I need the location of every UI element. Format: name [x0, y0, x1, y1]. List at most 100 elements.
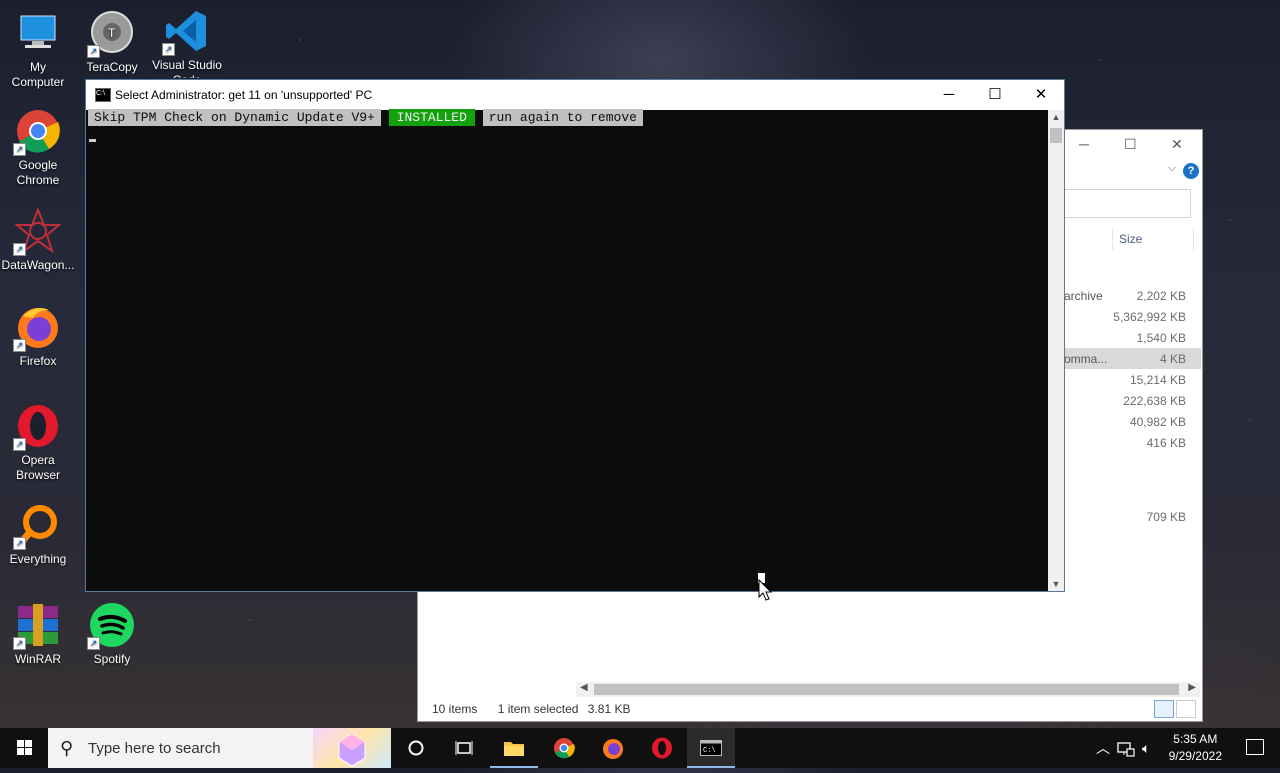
svg-text:T: T [108, 26, 116, 40]
details-view-icon[interactable] [1154, 700, 1174, 718]
scrollbar-thumb[interactable] [594, 684, 1179, 695]
explorer-minimize-button[interactable]: ─ [1079, 136, 1089, 152]
column-divider [1112, 228, 1113, 250]
file-size: 416 KB [1146, 436, 1186, 450]
chevron-down-icon[interactable]: ⌵ [1168, 162, 1176, 175]
file-row[interactable]: 40,982 KB [1058, 411, 1201, 432]
spotify-icon: ↗ [87, 602, 135, 650]
file-row[interactable]: 416 KB [1058, 432, 1201, 453]
console-title: Select Administrator: get 11 on 'unsuppo… [115, 88, 373, 102]
taskbar-search-box[interactable]: ⚲ Type here to search [48, 728, 391, 768]
shortcut-arrow-icon: ↗ [162, 43, 175, 56]
svg-text:C:\: C:\ [703, 747, 716, 755]
desktop-icon-my-computer[interactable]: My Computer [0, 10, 76, 90]
console-output[interactable]: Skip TPM Check on Dynamic Update V9+ INS… [86, 109, 1048, 591]
cortana-icon [408, 740, 424, 756]
file-size: 709 KB [1146, 510, 1186, 524]
file-row[interactable]: archive 2,202 KB [1058, 285, 1201, 306]
help-icon[interactable]: ? [1183, 163, 1199, 179]
desktop-icon-firefox[interactable]: ↗ Firefox [0, 304, 76, 369]
desktop-icon-label: Firefox [19, 354, 57, 368]
clock-date: 9/29/2022 [1168, 749, 1222, 763]
scroll-left-icon[interactable]: ◀ [580, 682, 588, 693]
script-name-text: Skip TPM Check on Dynamic Update V9+ [88, 109, 381, 126]
datawagon-icon: ↗ [13, 207, 62, 256]
taskbar-firefox[interactable] [589, 728, 637, 768]
shortcut-arrow-icon: ↗ [87, 45, 100, 58]
desktop-icon-label: Opera Browser [15, 453, 60, 482]
file-row[interactable]: 5,362,992 KB [1058, 306, 1201, 327]
desktop-icon-everything[interactable]: ↗ Everything [0, 502, 76, 567]
scroll-up-icon[interactable]: ▲ [1048, 112, 1064, 122]
large-icons-view-icon[interactable] [1176, 700, 1196, 718]
computer-icon [15, 10, 61, 56]
firefox-icon: ↗ [13, 304, 61, 352]
text-cursor [89, 139, 96, 142]
taskbar-opera[interactable] [638, 728, 686, 768]
view-toggle [1152, 700, 1196, 718]
file-row[interactable]: 1,540 KB [1058, 327, 1201, 348]
cortana-button[interactable] [392, 728, 440, 768]
file-size: 2,202 KB [1136, 289, 1186, 303]
file-row[interactable]: 709 KB [1058, 506, 1201, 527]
explorer-maximize-button[interactable]: ☐ [1124, 136, 1137, 153]
desktop-icon-chrome[interactable]: ↗ Google Chrome [0, 108, 76, 188]
explorer-close-button[interactable]: ✕ [1171, 136, 1183, 153]
shortcut-arrow-icon: ↗ [13, 143, 26, 156]
teracopy-icon: T ↗ [87, 10, 135, 58]
desktop-icon-datawagon[interactable]: ↗ DataWagon... [0, 207, 76, 273]
show-hidden-icons-button[interactable]: ︿ [1096, 728, 1110, 768]
desktop-icon-spotify[interactable]: ↗ Spotify [74, 602, 150, 667]
file-row[interactable]: 222,638 KB [1058, 390, 1201, 411]
taskbar-command-prompt[interactable]: C:\ [687, 728, 735, 768]
file-size: 15,214 KB [1129, 373, 1186, 387]
winrar-icon: ↗ [13, 602, 61, 650]
task-view-button[interactable] [440, 728, 488, 768]
taskbar-file-explorer[interactable] [490, 728, 538, 768]
column-header-size[interactable]: Size [1119, 232, 1142, 246]
volume-icon[interactable]: 🔈︎ [1142, 728, 1150, 768]
search-placeholder: Type here to search [88, 740, 221, 757]
vertical-scrollbar[interactable]: ▲ ▼ [1048, 110, 1064, 591]
maximize-button[interactable]: ☐ [972, 80, 1018, 110]
status-selected-size: 3.81 KB [587, 702, 631, 716]
shortcut-arrow-icon: ↗ [13, 243, 26, 256]
desktop-icon-vscode[interactable]: ↗ Visual Studio Code [149, 8, 225, 78]
scrollbar-thumb[interactable] [1050, 128, 1062, 143]
close-button[interactable]: ✕ [1018, 80, 1064, 110]
file-type: omma... [1064, 352, 1108, 366]
chrome-icon [554, 737, 575, 759]
desktop-icon-teracopy[interactable]: T ↗ TeraCopy [74, 10, 150, 75]
desktop-icon-label: Google Chrome [16, 158, 60, 187]
notification-center-icon[interactable] [1246, 739, 1264, 755]
file-size: 1,540 KB [1136, 331, 1186, 345]
mouse-cursor-icon [758, 573, 773, 601]
start-button[interactable] [0, 728, 48, 768]
console-window[interactable]: C:\ Select Administrator: get 11 on 'uns… [85, 79, 1065, 592]
chrome-icon: ↗ [13, 108, 61, 156]
clock-time: 5:35 AM [1173, 732, 1218, 746]
instruction-text: run again to remove [482, 109, 643, 126]
command-prompt-icon: C:\ [95, 88, 111, 102]
task-view-icon [455, 740, 473, 755]
scroll-down-icon[interactable]: ▼ [1048, 579, 1064, 589]
horizontal-scrollbar[interactable]: ◀ ▶ [576, 682, 1200, 697]
desktop-icon-winrar[interactable]: ↗ WinRAR [0, 602, 76, 667]
status-item-count: 10 items [432, 702, 478, 716]
scroll-right-icon[interactable]: ▶ [1188, 682, 1196, 693]
taskbar-chrome[interactable] [540, 728, 588, 768]
file-row[interactable]: 15,214 KB [1058, 369, 1201, 390]
search-input[interactable] [1058, 189, 1191, 218]
console-titlebar[interactable]: C:\ Select Administrator: get 11 on 'uns… [86, 80, 1064, 110]
desktop-icon-opera[interactable]: ↗ Opera Browser [0, 403, 76, 483]
network-icon[interactable] [1117, 728, 1135, 768]
shortcut-arrow-icon: ↗ [87, 637, 100, 650]
system-clock[interactable]: 5:35 AM 9/29/2022 [1169, 731, 1222, 765]
file-size: 222,638 KB [1123, 394, 1186, 408]
command-prompt-icon: C:\ [700, 739, 722, 756]
file-row-selected[interactable]: omma... 4 KB [1058, 348, 1201, 369]
shortcut-arrow-icon: ↗ [13, 438, 26, 451]
minimize-button[interactable]: ─ [926, 80, 972, 110]
desktop-icon-label: DataWagon... [1, 258, 75, 272]
search-highlight-image [313, 728, 391, 768]
